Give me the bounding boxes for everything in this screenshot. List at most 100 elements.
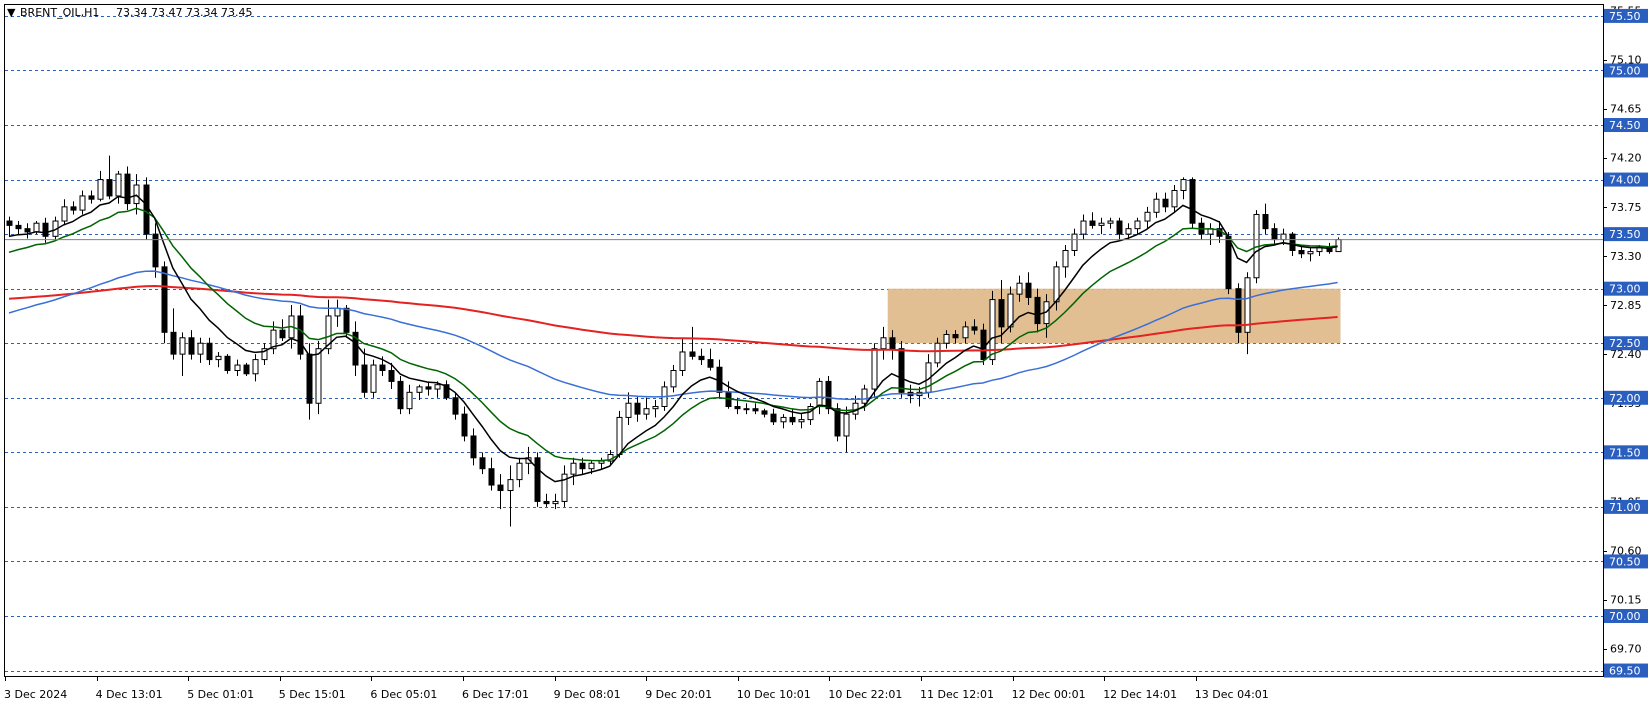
candle-body-bear [1025, 282, 1032, 298]
candle-body-bear [379, 364, 386, 372]
candle-body-bull [743, 408, 750, 411]
candle-body-bull [179, 337, 186, 355]
candle-body-bull [552, 500, 559, 505]
level-badge-label-9: 71.00 [1609, 501, 1641, 514]
candle-body-bull [625, 402, 632, 418]
candle-body-bear [161, 266, 168, 333]
x-tick-label-3: 5 Dec 15:01 [279, 688, 346, 701]
candle-body-bear [1189, 179, 1196, 224]
candle-body-bull [943, 333, 950, 344]
candle-body-bear [1262, 213, 1269, 230]
candle-body-bear [1225, 235, 1232, 290]
candle-body-bull [334, 307, 341, 317]
candle-body-bear [497, 484, 504, 492]
candle-body-bull [588, 462, 595, 470]
candle-body-bear [42, 222, 49, 237]
candle-body-bear [1162, 198, 1169, 208]
candle-body-bull [416, 386, 423, 393]
x-tick-label-10: 11 Dec 12:01 [920, 688, 994, 701]
candle-40 [370, 359, 377, 398]
level-badge-label-0: 75.50 [1609, 10, 1641, 23]
candle-body-bear [461, 413, 468, 437]
y-tick-label-4: 73.75 [1610, 201, 1642, 214]
candle-body-bear [452, 397, 459, 415]
candle-body-bull [79, 195, 86, 211]
y-tick-label-2: 74.65 [1610, 103, 1642, 116]
candle-body-bear [15, 224, 22, 230]
candle-body-bull [798, 419, 805, 423]
x-tick-label-5: 6 Dec 17:01 [462, 688, 529, 701]
candle-body-bull [406, 391, 413, 410]
level-badge-label-6: 72.50 [1609, 337, 1641, 350]
candle-body-bull [1307, 251, 1314, 255]
candle-body-bear [361, 364, 368, 393]
level-badge-label-1: 75.00 [1609, 64, 1641, 77]
candle-body-bear [124, 173, 131, 205]
candle-body-bull [215, 355, 222, 361]
candle-body-bull [370, 364, 377, 393]
candle-body-bear [243, 364, 250, 375]
level-badge-label-8: 71.50 [1609, 446, 1641, 459]
candle-body-bull [1280, 233, 1287, 241]
candle-body-bull [1080, 220, 1087, 235]
x-tick-label-1: 4 Dec 13:01 [96, 688, 163, 701]
x-tick-label-6: 9 Dec 08:01 [554, 688, 621, 701]
candle-body-bull [598, 460, 605, 464]
x-tick-label-13: 13 Dec 04:01 [1195, 688, 1269, 701]
candle-body-bull [1125, 228, 1132, 235]
candle-body-bear [1298, 249, 1305, 255]
candle-body-bull [816, 380, 823, 408]
symbol-title: BRENT_OIL,H1 [20, 6, 99, 19]
candle-body-bull [871, 348, 878, 390]
candle-body-bear [170, 331, 177, 355]
y-tick-label-12: 69.70 [1610, 643, 1642, 656]
y-tick-label-6: 72.85 [1610, 299, 1642, 312]
candle-body-bull [679, 351, 686, 372]
candle-body-bull [780, 416, 787, 423]
candle-body-bear [889, 337, 896, 350]
candle-body-bull [33, 222, 40, 233]
candle-body-bull [115, 173, 122, 197]
x-tick-label-12: 12 Dec 14:01 [1103, 688, 1177, 701]
candle-130 [1189, 177, 1196, 229]
candle-body-bull [1098, 222, 1105, 226]
candle-body-bear [224, 355, 231, 372]
candle-body-bull [516, 462, 523, 481]
candle-body-bear [734, 406, 741, 410]
y-tick-label-5: 73.30 [1610, 250, 1642, 263]
price-chart[interactable]: 75.5575.1074.6574.2073.7573.3072.8572.40… [0, 0, 1651, 706]
candle-body-bear [998, 299, 1005, 328]
candle-body-bull [97, 179, 104, 200]
candle-body-bear [698, 355, 705, 361]
candle-24 [224, 354, 231, 374]
candle-body-bear [388, 370, 395, 382]
level-badge-label-3: 74.00 [1609, 174, 1641, 187]
candle-body-bear [152, 233, 159, 268]
candle-body-bull [1134, 220, 1141, 230]
candle-body-bull [434, 384, 441, 390]
candle-body-bear [70, 206, 77, 211]
candle-body-bear [143, 184, 150, 235]
ohlc-values: 73.34 73.47 73.34 73.45 [116, 6, 252, 19]
candle-body-bear [634, 402, 641, 415]
candle-body-bull [643, 408, 650, 415]
candle-body-bull [315, 348, 322, 404]
candle-body-bear [397, 380, 404, 410]
candle-body-bear [952, 333, 959, 339]
candle-body-bear [752, 408, 759, 412]
x-tick-label-11: 12 Dec 00:01 [1012, 688, 1086, 701]
candle-body-bull [1153, 198, 1160, 213]
candle-body-bear [1271, 228, 1278, 241]
candle-body-bull [507, 479, 514, 492]
candle-58 [534, 452, 541, 507]
candle-body-bull [652, 406, 659, 410]
candle-body-bear [425, 386, 432, 390]
candle-body-bull [1016, 282, 1023, 295]
level-badge-label-2: 74.50 [1609, 119, 1641, 132]
symbol-arrow-icon: ▼ [7, 6, 16, 19]
x-tick-label-7: 9 Dec 20:01 [645, 688, 712, 701]
candle-body-bull [962, 326, 969, 339]
candle-body-bear [479, 457, 486, 470]
candle-67 [616, 410, 623, 458]
candle-body-bull [670, 370, 677, 388]
